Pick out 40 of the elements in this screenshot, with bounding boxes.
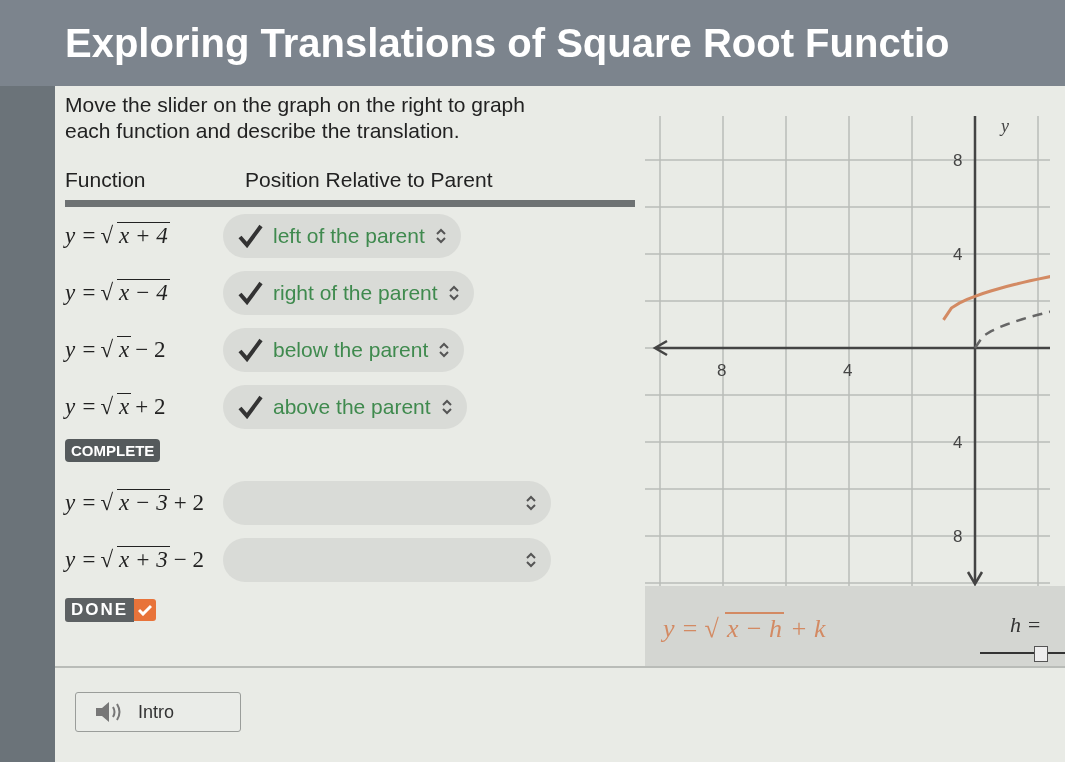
function-formula: y = √ x + 2 <box>65 393 167 420</box>
up-down-chevron-icon <box>525 550 537 569</box>
function-formula: y = √ x + 3 − 2 <box>65 546 206 573</box>
tick-label: 8 <box>953 527 963 546</box>
answer-dropdown[interactable]: left of the parent <box>223 213 461 258</box>
check-icon <box>237 223 263 248</box>
intro-button[interactable]: Intro <box>75 692 241 732</box>
column-header: Position Relative to Parent <box>245 168 494 192</box>
answer-dropdown[interactable]: above the parent <box>223 384 467 429</box>
check-icon <box>237 337 263 362</box>
function-formula: y = √ x − 2 <box>65 336 167 363</box>
up-down-chevron-icon <box>440 397 453 416</box>
tick-label: 8 <box>717 361 727 380</box>
function-formula: y = √ x + 4 <box>65 222 171 249</box>
slider-thumb[interactable] <box>1033 646 1048 662</box>
answer-dropdown[interactable]: below the parent <box>223 327 465 372</box>
up-down-chevron-icon <box>447 283 460 302</box>
up-down-chevron-icon <box>438 340 451 359</box>
tick-label: 4 <box>953 245 963 264</box>
h-slider[interactable] <box>980 646 1065 660</box>
tick-label: 8 <box>953 151 963 170</box>
tick-label: 4 <box>843 361 853 380</box>
general-equation: y = √ x − h + k <box>663 612 826 644</box>
function-formula: y = √ x − 3 + 2 <box>65 489 206 516</box>
complete-badge: COMPLETE <box>65 439 161 462</box>
answer-dropdown[interactable]: right of the parent <box>223 270 474 315</box>
instruction-text: each function and describe the translation. <box>65 118 461 144</box>
check-icon <box>138 604 153 616</box>
page-title: Exploring Translations of Square Root Functio <box>65 20 950 66</box>
up-down-chevron-icon <box>525 493 537 512</box>
done-label: DONE <box>65 598 135 622</box>
tick-label: 4 <box>953 433 963 452</box>
slider-label: h = <box>1009 612 1042 638</box>
column-header: Function <box>65 168 147 192</box>
function-formula: y = √ x − 4 <box>65 279 171 306</box>
axis-label: y <box>1001 116 1009 136</box>
check-icon <box>237 394 263 419</box>
check-icon <box>237 280 263 305</box>
instruction-text: Move the slider on the graph on the right to graph <box>65 92 526 118</box>
up-down-chevron-icon <box>434 226 447 245</box>
